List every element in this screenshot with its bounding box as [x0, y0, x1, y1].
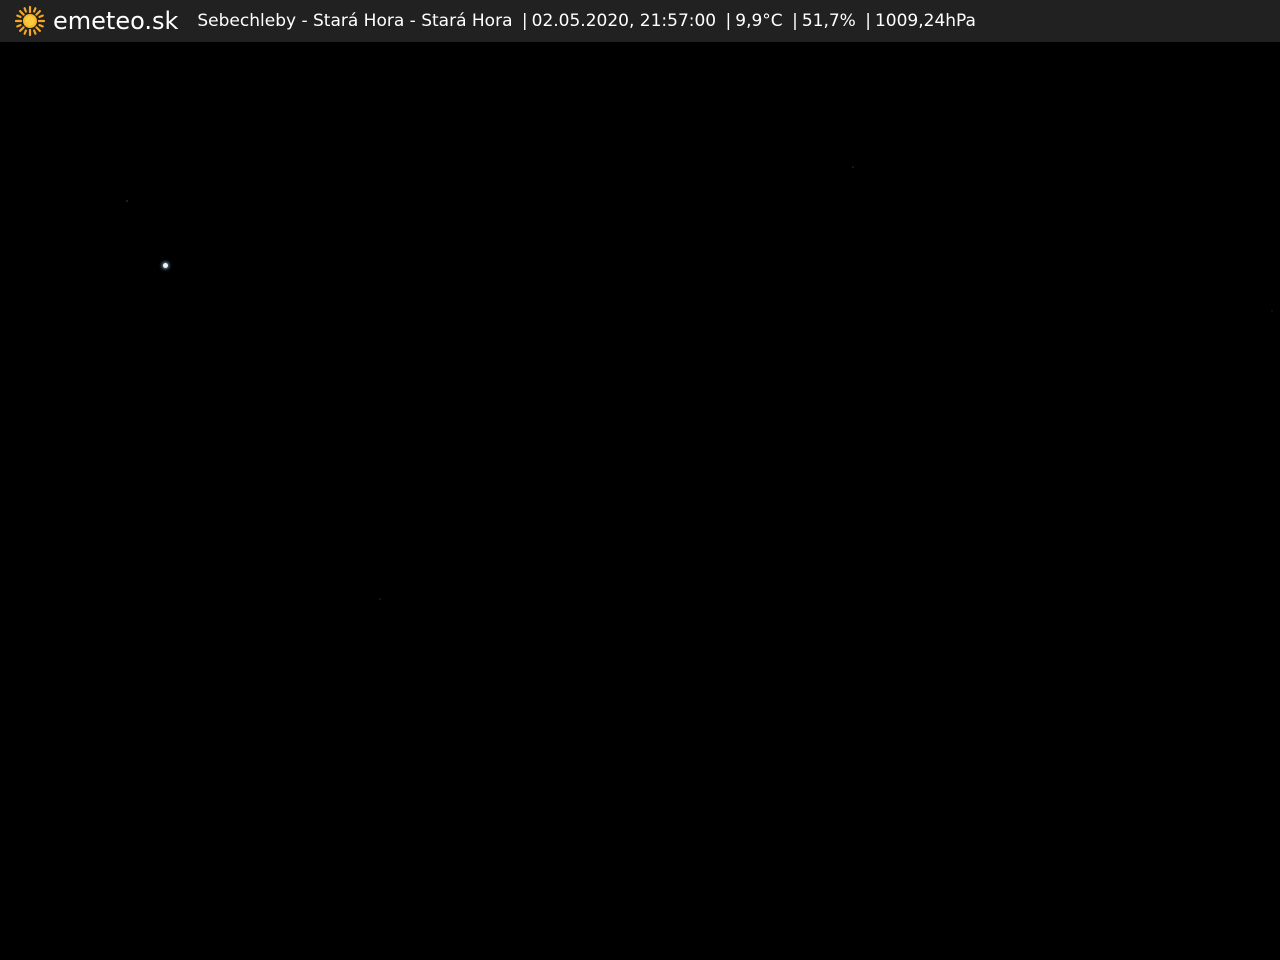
datetime: 02.05.2020, 21:57:00 [531, 11, 717, 31]
faint-star [126, 200, 128, 202]
separator: | [792, 11, 798, 31]
temperature: 9,9°C [735, 11, 783, 31]
bright-star [163, 263, 168, 268]
separator: | [865, 11, 871, 31]
location-name: Sebechleby - Stará Hora - Stará Hora [197, 11, 513, 31]
separator: | [725, 11, 732, 31]
header-bar: emeteo.sk Sebechleby - Stará Hora - Star… [0, 0, 1280, 42]
faint-star [852, 166, 854, 168]
pressure: 1009,24hPa [874, 11, 976, 31]
faint-star [1271, 310, 1273, 312]
sun-icon [14, 5, 46, 37]
brand-name: emeteo.sk [53, 7, 179, 35]
separator: | [521, 11, 528, 31]
logo[interactable]: emeteo.sk [14, 0, 178, 42]
station-caption: Sebechleby - Stará Hora - Stará Hora | 02… [197, 11, 976, 31]
faint-star [379, 598, 381, 600]
webcam-frame: emeteo.sk Sebechleby - Stará Hora - Star… [0, 0, 1280, 960]
humidity: 51,7% [801, 11, 856, 31]
camera-image [0, 42, 1280, 960]
